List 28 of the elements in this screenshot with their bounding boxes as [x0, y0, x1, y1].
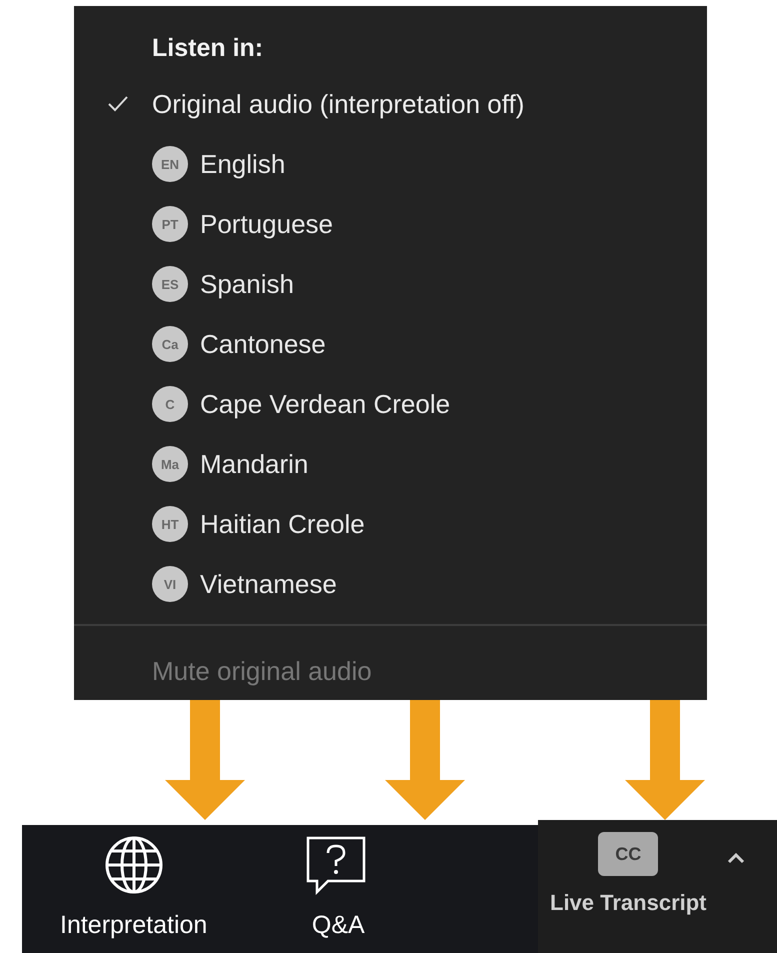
language-badge: VI: [152, 566, 188, 602]
menu-item[interactable]: Original audio (interpretation off): [74, 74, 707, 134]
menu-item[interactable]: Ca Cantonese: [74, 314, 707, 374]
language-badge: C: [152, 386, 188, 422]
caret-icon: [726, 852, 745, 864]
checkmark-icon: [107, 95, 129, 113]
menu-item[interactable]: VI Vietnamese: [74, 554, 707, 614]
language-badge: EN: [152, 146, 188, 182]
toolbar-button[interactable]: Q&A: [305, 835, 372, 953]
cc-badge: CC: [598, 832, 658, 876]
menu-item[interactable]: Ma Mandarin: [74, 434, 707, 494]
language-badge: PT: [152, 206, 188, 242]
language-badge: HT: [152, 506, 188, 542]
menu-item: Mute original audio: [152, 656, 373, 687]
menu-item[interactable]: EN English: [74, 134, 707, 194]
live-transcript-button[interactable]: CC Live Transcript: [550, 832, 707, 916]
toolbar-button[interactable]: Interpretation: [60, 835, 208, 953]
menu-item[interactable]: ES Spanish: [74, 254, 707, 314]
menu-item[interactable]: PT Portuguese: [74, 194, 707, 254]
down-arrow-icon: [385, 700, 465, 820]
menu-item[interactable]: HT Haitian Creole: [74, 494, 707, 554]
down-arrow-icon: [625, 700, 705, 820]
language-badge: Ca: [152, 326, 188, 362]
language-badge: ES: [152, 266, 188, 302]
menu-item[interactable]: C Cape Verdean Creole: [74, 374, 707, 434]
language-badge: Ma: [152, 446, 188, 482]
down-arrow-icon: [165, 700, 245, 820]
menu-heading: Listen in:: [152, 34, 264, 64]
